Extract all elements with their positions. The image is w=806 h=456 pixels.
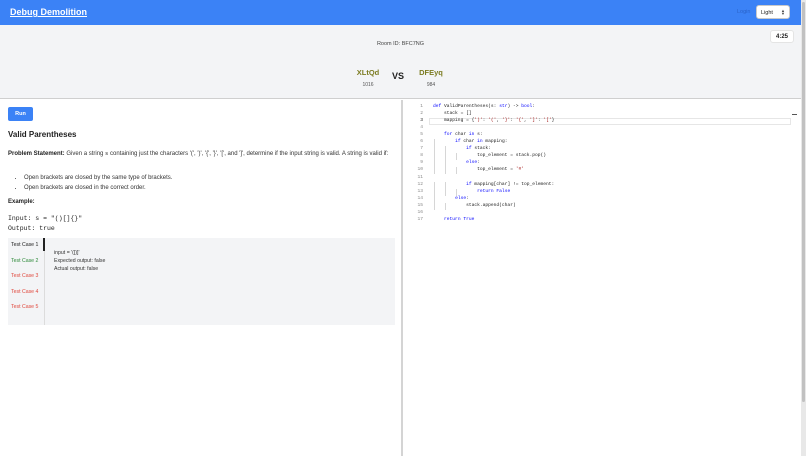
- indent-guide: [456, 167, 458, 175]
- code-line[interactable]: else:: [433, 160, 480, 165]
- line-number: 4: [420, 125, 423, 131]
- line-number: 10: [417, 167, 423, 173]
- editor-overview-mark: [792, 114, 797, 115]
- test-case-tabs: Test Case 1 Test Case 2 Test Case 3 Test…: [8, 238, 45, 325]
- tab-test-case-4[interactable]: Test Case 4: [11, 289, 38, 295]
- theme-select[interactable]: Light ▲ ▼: [756, 5, 790, 19]
- rules-list: Open brackets are closed by the same typ…: [24, 174, 172, 193]
- test-cases-panel: Test Case 1 Test Case 2 Test Case 3 Test…: [8, 238, 395, 325]
- indent-guide: [445, 181, 447, 189]
- indent-guide: [445, 167, 447, 175]
- code-line[interactable]: top_element = stack.pop(): [433, 153, 546, 158]
- example-code: Input: s = "()[]{}" Output: true: [8, 215, 83, 232]
- line-number: 8: [420, 153, 423, 159]
- player-one: XLtQd 1016: [348, 68, 388, 88]
- top-bar: Debug Demolition Login Light ▲ ▼: [0, 0, 801, 25]
- problem-statement: Problem Statement: Given a string s cont…: [8, 149, 393, 159]
- example-label: Example:: [8, 199, 35, 205]
- player-one-score: 1016: [362, 82, 374, 88]
- tab-test-case-1[interactable]: Test Case 1: [11, 242, 38, 248]
- problem-panel: Run Valid Parentheses Problem Statement:…: [0, 100, 403, 456]
- indent-guide: [434, 181, 435, 189]
- code-line[interactable]: top_element = '#': [433, 167, 524, 172]
- player-two-score: 984: [426, 82, 436, 88]
- scrollbar-thumb[interactable]: [802, 2, 805, 402]
- player-one-name: XLtQd: [356, 68, 380, 77]
- page-scrollbar[interactable]: [801, 0, 806, 456]
- line-number: 2: [420, 111, 423, 117]
- line-number: 6: [420, 139, 423, 145]
- indent-guide: [434, 195, 435, 203]
- problem-title: Valid Parentheses: [8, 130, 77, 139]
- select-chevron-icon: ▲ ▼: [781, 8, 785, 16]
- code-line[interactable]: for char in s:: [433, 132, 483, 137]
- code-line[interactable]: def ValidParentheses(s: str) -> bool:: [433, 104, 535, 109]
- player-two: DFEyq 984: [411, 68, 451, 88]
- line-number: 15: [417, 202, 423, 208]
- statement-text-b: containing just the characters '(', ')',…: [108, 151, 389, 157]
- line-number: 9: [420, 160, 423, 166]
- active-tab-indicator: [43, 238, 45, 251]
- statement-text-a: Given a string: [64, 151, 106, 157]
- code-line[interactable]: if char in mapping:: [433, 139, 507, 144]
- code-line[interactable]: else:: [433, 196, 469, 201]
- tab-test-case-5[interactable]: Test Case 5: [11, 304, 38, 310]
- line-number: 7: [420, 146, 423, 152]
- code-line[interactable]: if mapping[char] != top_element:: [433, 182, 554, 187]
- line-number: 16: [417, 209, 423, 215]
- line-number: 14: [417, 195, 423, 201]
- rule-item: Open brackets are closed by the same typ…: [24, 174, 172, 184]
- tab-test-case-2[interactable]: Test Case 2: [11, 258, 38, 264]
- line-number: 17: [417, 216, 423, 222]
- code-line[interactable]: if stack:: [433, 146, 491, 151]
- theme-select-value: Light: [761, 10, 773, 16]
- indent-guide: [445, 188, 447, 196]
- code-editor[interactable]: 1 def ValidParentheses(s: str) -> bool: 2 …: [405, 100, 801, 456]
- code-line[interactable]: return True: [433, 217, 474, 222]
- match-header: Room ID: BFC7NG 4:25 XLtQd 1016 VS DFEyq…: [0, 25, 801, 99]
- rule-item: Open brackets are closed in the correct …: [24, 184, 172, 194]
- player-two-name: DFEyq: [419, 68, 443, 77]
- indent-guide: [456, 188, 458, 196]
- line-number: 1: [420, 104, 423, 109]
- line-number: 11: [417, 174, 423, 180]
- code-line[interactable]: stack = []: [433, 111, 472, 116]
- line-number: 12: [417, 181, 423, 187]
- brand-link[interactable]: Debug Demolition: [10, 7, 87, 17]
- indent-guide: [434, 188, 435, 196]
- login-link[interactable]: Login: [737, 9, 750, 15]
- indent-guide: [445, 202, 447, 210]
- test-case-detail: input = '([)]' Expected output: false Ac…: [54, 250, 106, 272]
- room-id: Room ID: BFC7NG: [376, 41, 425, 47]
- line-number: 13: [417, 188, 423, 194]
- code-line[interactable]: mapping = {')': '(', '}': '{', ']': '['}: [433, 118, 554, 123]
- statement-label: Problem Statement:: [8, 151, 65, 157]
- versus-label: VS: [392, 71, 405, 81]
- line-number: 5: [420, 132, 423, 138]
- line-number: 3: [420, 118, 423, 124]
- indent-guide: [434, 167, 435, 175]
- run-button[interactable]: Run: [8, 107, 33, 121]
- tab-test-case-3[interactable]: Test Case 3: [11, 273, 38, 279]
- countdown-timer: 4:25: [770, 30, 794, 43]
- indent-guide: [434, 202, 435, 210]
